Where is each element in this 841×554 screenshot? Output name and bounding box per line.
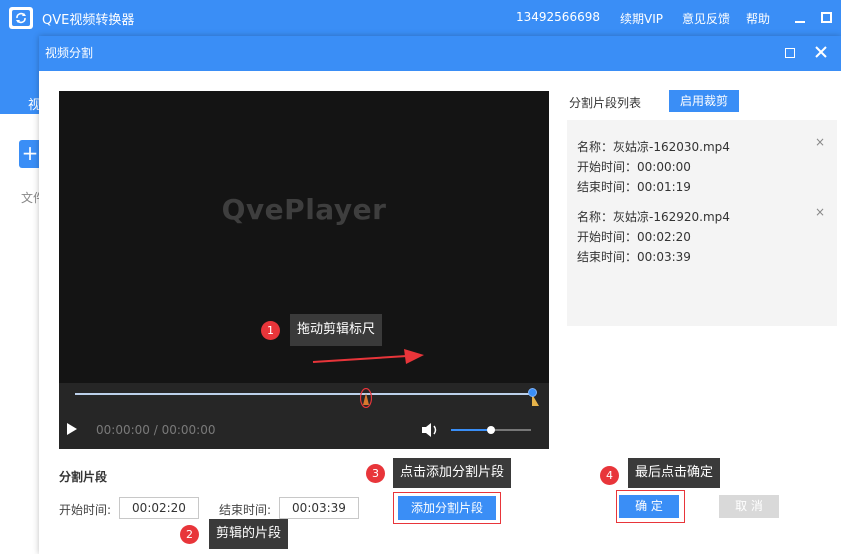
segment-end: 结束时间：00:03:39 [577, 250, 691, 264]
app-logo-icon [9, 7, 33, 29]
ok-button[interactable]: 确 定 [619, 495, 679, 518]
tip-clip-segment: 剪辑的片段 [209, 519, 289, 549]
segment-name: 名称：灰姑凉-162030.mp4 [577, 140, 730, 154]
segment-start: 开始时间：00:00:00 [577, 160, 691, 174]
video-player[interactable]: QvePlayer 00:00:00 / 00:00:00 [59, 91, 549, 449]
clip-ruler-fill [75, 393, 533, 395]
segment-name: 名称：灰姑凉-162920.mp4 [577, 210, 730, 224]
tip-drag-ruler: 拖动剪辑标尺 [290, 314, 383, 346]
list-item: 名称：灰姑凉-162920.mp4 开始时间：00:02:20 结束时间：00:… [577, 206, 827, 267]
app-titlebar: QVE视频转换器 13492566698 续期VIP 意见反馈 帮助 [0, 0, 841, 36]
segment-list-title: 分割片段列表 [569, 96, 642, 110]
dialog-header: 视频分割 [39, 36, 841, 71]
clip-start-marker-icon[interactable] [360, 388, 372, 408]
player-controls: 00:00:00 / 00:00:00 [59, 383, 549, 449]
volume-icon[interactable] [421, 422, 439, 438]
account-phone[interactable]: 13492566698 [516, 10, 600, 24]
minimize-icon[interactable] [794, 12, 806, 24]
list-item: 名称：灰姑凉-162030.mp4 开始时间：00:00:00 结束时间：00:… [577, 136, 827, 197]
end-time-input[interactable]: 00:03:39 [279, 497, 359, 519]
segment-list: 名称：灰姑凉-162030.mp4 开始时间：00:00:00 结束时间：00:… [567, 120, 837, 326]
volume-knob[interactable] [487, 426, 495, 434]
playback-time: 00:00:00 / 00:00:00 [96, 423, 216, 437]
start-time-label: 开始时间: [59, 503, 112, 517]
step-badge-3: 3 [366, 464, 385, 483]
start-time-input[interactable]: 00:02:20 [119, 497, 199, 519]
enable-trim-button[interactable]: 启用裁剪 [669, 90, 739, 112]
add-segment-button[interactable]: 添加分割片段 [398, 496, 496, 520]
segment-end: 结束时间：00:01:19 [577, 180, 691, 194]
volume-slider[interactable] [451, 426, 531, 434]
step-badge-4: 4 [600, 466, 619, 485]
remove-segment-icon[interactable]: × [815, 206, 825, 218]
segment-start: 开始时间：00:02:20 [577, 230, 691, 244]
feedback-link[interactable]: 意见反馈 [682, 10, 730, 27]
remove-segment-icon[interactable]: × [815, 136, 825, 148]
maximize-icon[interactable] [821, 12, 832, 23]
volume-fill [451, 429, 491, 431]
player-logo: QvePlayer [221, 193, 387, 226]
video-split-dialog: 视频分割 QvePlayer 00:00:00 / 00:00:00 1 拖动剪… [39, 36, 841, 554]
end-time-label: 结束时间: [219, 503, 272, 517]
segment-section-title: 分割片段 [59, 470, 108, 484]
app-title: QVE视频转换器 [42, 13, 135, 28]
cancel-button[interactable]: 取 消 [719, 495, 779, 518]
dialog-title: 视频分割 [45, 46, 94, 60]
help-link[interactable]: 帮助 [746, 10, 770, 27]
step-badge-2: 2 [180, 525, 199, 544]
red-arrow-icon [312, 349, 424, 364]
playhead-handle[interactable] [528, 388, 537, 397]
play-icon[interactable] [67, 423, 77, 435]
renew-vip-link[interactable]: 续期VIP [620, 10, 663, 27]
tip-add-segment: 点击添加分割片段 [393, 458, 512, 488]
clip-ruler-track[interactable] [75, 393, 533, 395]
step-badge-1: 1 [261, 321, 280, 340]
tip-confirm: 最后点击确定 [628, 458, 721, 488]
add-file-button[interactable]: + [19, 140, 41, 168]
dialog-maximize-icon[interactable] [785, 48, 795, 58]
dialog-close-icon[interactable] [813, 44, 829, 60]
